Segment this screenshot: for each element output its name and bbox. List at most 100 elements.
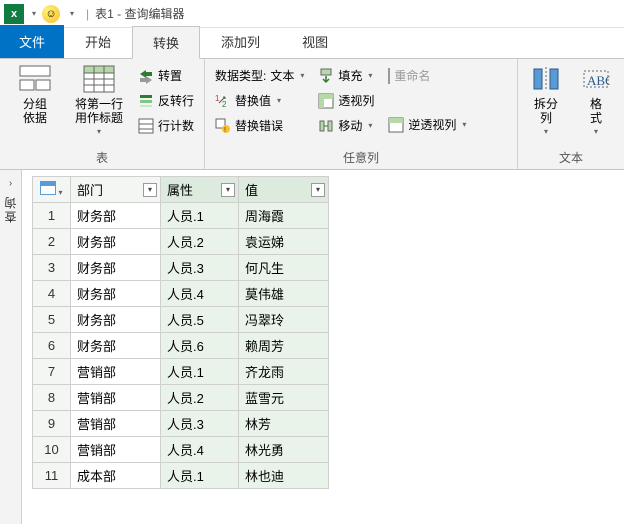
row-count-icon (138, 118, 154, 134)
cell-val[interactable]: 冯翠玲 (239, 307, 329, 333)
cell-dept[interactable]: 成本部 (71, 463, 161, 489)
move-button[interactable]: 移动 ▾ (314, 115, 378, 136)
tab-transform[interactable]: 转换 (132, 26, 200, 59)
cell-dept[interactable]: 财务部 (71, 255, 161, 281)
cell-val[interactable]: 赖周芳 (239, 333, 329, 359)
cell-val[interactable]: 蓝雪元 (239, 385, 329, 411)
row-number[interactable]: 8 (33, 385, 71, 411)
column-header-val[interactable]: 值 ▾ (239, 177, 329, 203)
cell-attr[interactable]: 人员.2 (161, 229, 239, 255)
data-type-prefix: 数据类型: (215, 67, 266, 84)
table-row[interactable]: 1财务部人员.1周海霞 (33, 203, 329, 229)
row-number[interactable]: 7 (33, 359, 71, 385)
format-button[interactable]: ABC 格式 ▾ (574, 63, 618, 136)
table-row[interactable]: 9营销部人员.3林芳 (33, 411, 329, 437)
cell-val[interactable]: 周海霞 (239, 203, 329, 229)
cell-attr[interactable]: 人员.1 (161, 463, 239, 489)
table-row[interactable]: 8营销部人员.2蓝雪元 (33, 385, 329, 411)
data-type-value: 文本 (270, 67, 294, 84)
column-header-dept-label: 部门 (77, 183, 103, 198)
cell-attr[interactable]: 人员.4 (161, 437, 239, 463)
table-row[interactable]: 4财务部人员.4莫伟雄 (33, 281, 329, 307)
replace-errors-button[interactable]: ! 替换错误 (211, 115, 308, 136)
queries-pane-collapsed[interactable]: › 查询 (0, 170, 22, 524)
replace-values-button[interactable]: 12 替换值 ▾ (211, 90, 308, 111)
tab-home[interactable]: 开始 (64, 25, 132, 58)
reverse-rows-button[interactable]: 反转行 (134, 90, 198, 111)
cell-val[interactable]: 何凡生 (239, 255, 329, 281)
tab-view[interactable]: 视图 (281, 25, 349, 58)
cell-dept[interactable]: 财务部 (71, 307, 161, 333)
row-number[interactable]: 9 (33, 411, 71, 437)
column-header-attr[interactable]: 属性 ▾ (161, 177, 239, 203)
smiley-icon[interactable]: ☺ (42, 5, 60, 23)
group-by-button[interactable]: 分组依据 (6, 63, 64, 125)
cell-attr[interactable]: 人员.1 (161, 359, 239, 385)
cell-val[interactable]: 林也迪 (239, 463, 329, 489)
cell-val[interactable]: 莫伟雄 (239, 281, 329, 307)
split-column-icon (532, 65, 560, 93)
format-label: 格式 (590, 97, 602, 125)
cell-attr[interactable]: 人员.3 (161, 411, 239, 437)
reverse-rows-icon (138, 93, 154, 109)
transpose-button[interactable]: 转置 (134, 65, 198, 86)
cell-attr[interactable]: 人员.3 (161, 255, 239, 281)
first-row-headers-button[interactable]: 将第一行用作标题 ▾ (70, 63, 128, 136)
qat-dropdown2-icon[interactable]: ▾ (70, 9, 74, 18)
filter-dropdown-icon[interactable]: ▾ (143, 183, 157, 197)
cell-attr[interactable]: 人员.4 (161, 281, 239, 307)
cell-attr[interactable]: 人员.6 (161, 333, 239, 359)
qat-dropdown-icon[interactable]: ▾ (32, 9, 36, 18)
transpose-icon (138, 68, 154, 84)
table-row[interactable]: 6财务部人员.6赖周芳 (33, 333, 329, 359)
cell-val[interactable]: 袁运娣 (239, 229, 329, 255)
row-number[interactable]: 1 (33, 203, 71, 229)
cell-dept[interactable]: 财务部 (71, 203, 161, 229)
tab-addcolumn[interactable]: 添加列 (200, 25, 281, 58)
row-number[interactable]: 3 (33, 255, 71, 281)
filter-dropdown-icon[interactable]: ▾ (221, 183, 235, 197)
anycol-stack2: 填充 ▾ 透视列 移动 ▾ (314, 63, 378, 136)
row-number[interactable]: 10 (33, 437, 71, 463)
row-count-button[interactable]: 行计数 (134, 115, 198, 136)
row-number[interactable]: 4 (33, 281, 71, 307)
row-number[interactable]: 2 (33, 229, 71, 255)
group-table: 分组依据 将第一行用作标题 ▾ 转置 反转行 (0, 59, 205, 169)
table-row[interactable]: 10营销部人员.4林光勇 (33, 437, 329, 463)
anycol-stack3: 重命名 逆透视列 ▾ (384, 63, 470, 135)
column-header-dept[interactable]: 部门 ▾ (71, 177, 161, 203)
cell-dept[interactable]: 财务部 (71, 333, 161, 359)
cell-val[interactable]: 林芳 (239, 411, 329, 437)
cell-attr[interactable]: 人员.5 (161, 307, 239, 333)
format-icon: ABC (582, 65, 610, 93)
cell-attr[interactable]: 人员.2 (161, 385, 239, 411)
unpivot-button[interactable]: 逆透视列 ▾ (384, 114, 470, 135)
data-type-button[interactable]: 数据类型: 文本 ▾ (211, 65, 308, 86)
table-row[interactable]: 11成本部人员.1林也迪 (33, 463, 329, 489)
cell-dept[interactable]: 营销部 (71, 359, 161, 385)
pivot-button[interactable]: 透视列 (314, 90, 378, 111)
grid-wrapper: ▾ 部门 ▾ 属性 ▾ 值 ▾ 1财务部人员.1周海霞2财务部人员.2袁运娣3财 (22, 170, 624, 524)
cell-dept[interactable]: 财务部 (71, 281, 161, 307)
cell-dept[interactable]: 营销部 (71, 411, 161, 437)
fill-button[interactable]: 填充 ▾ (314, 65, 378, 86)
table-row[interactable]: 3财务部人员.3何凡生 (33, 255, 329, 281)
table-corner[interactable]: ▾ (33, 177, 71, 203)
cell-dept[interactable]: 营销部 (71, 385, 161, 411)
move-label: 移动 (338, 117, 362, 134)
table-row[interactable]: 2财务部人员.2袁运娣 (33, 229, 329, 255)
row-number[interactable]: 5 (33, 307, 71, 333)
cell-attr[interactable]: 人员.1 (161, 203, 239, 229)
row-number[interactable]: 6 (33, 333, 71, 359)
cell-dept[interactable]: 营销部 (71, 437, 161, 463)
table-row[interactable]: 7营销部人员.1齐龙雨 (33, 359, 329, 385)
filter-dropdown-icon[interactable]: ▾ (311, 183, 325, 197)
tab-file[interactable]: 文件 (0, 25, 64, 58)
cell-val[interactable]: 林光勇 (239, 437, 329, 463)
split-column-button[interactable]: 拆分列 ▾ (524, 63, 568, 136)
cell-val[interactable]: 齐龙雨 (239, 359, 329, 385)
cell-dept[interactable]: 财务部 (71, 229, 161, 255)
rename-label: 重命名 (394, 67, 430, 84)
table-row[interactable]: 5财务部人员.5冯翠玲 (33, 307, 329, 333)
row-number[interactable]: 11 (33, 463, 71, 489)
